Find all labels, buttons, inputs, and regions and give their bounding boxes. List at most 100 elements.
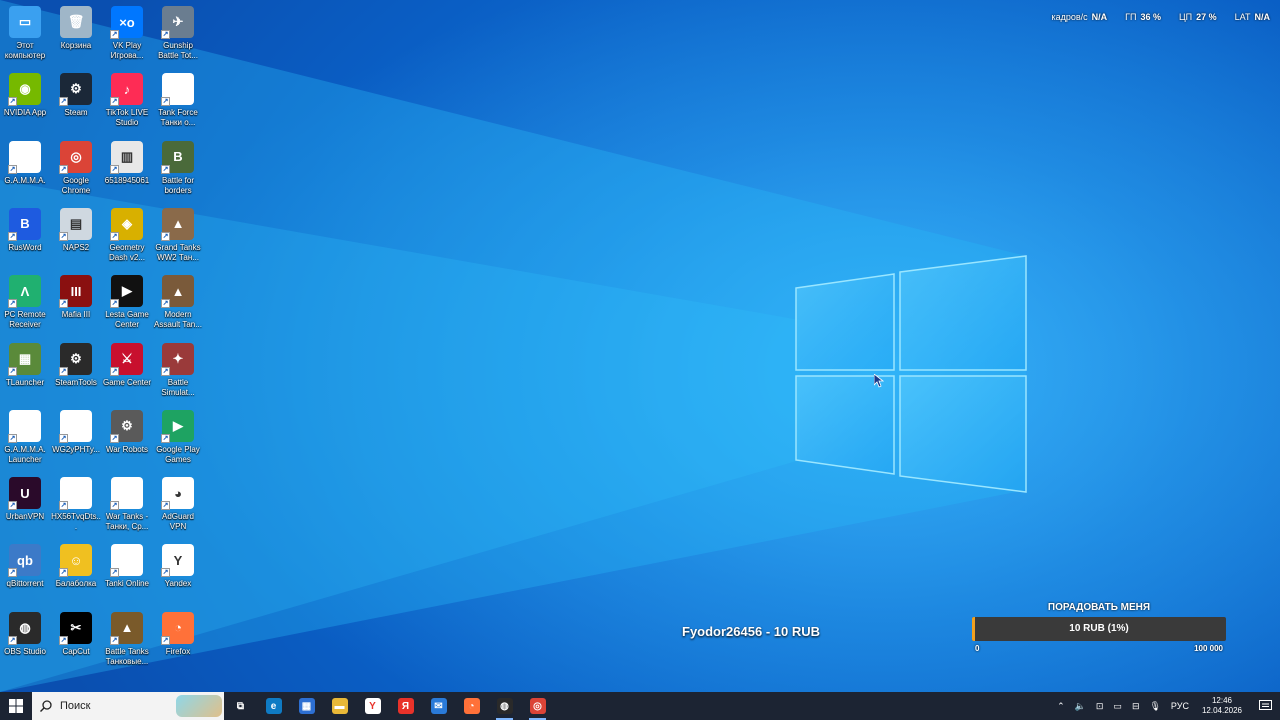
search-placeholder: Поиск <box>60 700 91 712</box>
desktop-icon-label: Lesta Game Center <box>105 310 149 330</box>
desktop-icon[interactable]: ✦ ↗ Battle Simulat... <box>153 339 203 405</box>
desktop-icon[interactable]: Λ ↗ PC Remote Receiver <box>0 271 50 337</box>
desktop-icon[interactable]: ×o ↗ VK Play Игрова... <box>102 2 152 68</box>
microphone-icon[interactable]: 🎙 <box>1144 701 1165 712</box>
taskbar-app-button[interactable]: e <box>257 692 290 720</box>
desktop-icon[interactable]: ☺ ↗ Балаболка <box>51 540 101 606</box>
desktop-icon[interactable]: ▤ ↗ NAPS2 <box>51 204 101 270</box>
desktop-icon[interactable]: ↗ G.A.M.M.A. Launcher <box>0 406 50 472</box>
desktop-icon[interactable]: ↗ HX56TvqDts... <box>51 473 101 539</box>
mail-icon: ✉ <box>430 698 447 714</box>
desktop-icon[interactable]: B ↗ Battle for borders <box>153 137 203 203</box>
desktop-icon-label: HX56TvqDts... <box>51 512 101 532</box>
battery-icon[interactable]: ⊟ <box>1127 701 1145 712</box>
desktop-icon[interactable]: ▭ Этот компьютер <box>0 2 50 68</box>
desktop-icon[interactable]: ◈ ↗ Geometry Dash v2... <box>102 204 152 270</box>
search-highlight-image <box>176 695 222 717</box>
shortcut-arrow-icon: ↗ <box>59 635 68 645</box>
taskbar-search-box[interactable]: Поиск <box>32 692 224 720</box>
shortcut-arrow-icon: ↗ <box>59 366 68 376</box>
clock-date: 12.04.2026 <box>1201 706 1242 715</box>
desktop-icon[interactable]: ⚔ ↗ Game Center <box>102 339 152 405</box>
desktop-icon[interactable]: ✂ ↗ CapCut <box>51 608 101 674</box>
desktop-icon[interactable]: ▲ ↗ Grand Tanks WW2 Тан... <box>153 204 203 270</box>
taskbar-app-button[interactable]: ▦ <box>290 692 323 720</box>
shortcut-arrow-icon: ↗ <box>8 366 17 376</box>
desktop-icon[interactable]: ↗ WG2yPHTy... <box>51 406 101 472</box>
desktop-icon[interactable]: U ↗ UrbanVPN <box>0 473 50 539</box>
desktop-icon[interactable]: ↗ Tanki Online <box>102 540 152 606</box>
taskbar: Поиск ⧉ e ▦ ▬ Y Я ✉ ◔ ◍ ◎ ⌃ 🔈 ⊡ ▭ ⊟ 🎙 РУС 12:46 1… <box>0 692 1280 720</box>
desktop-icon[interactable]: ▲ ↗ Modern Assault Tan... <box>153 271 203 337</box>
shortcut-arrow-icon: ↗ <box>8 501 17 511</box>
desktop-icon[interactable]: Y ↗ Yandex <box>153 540 203 606</box>
fps-readout: кадров/с N/A <box>1051 12 1108 22</box>
taskbar-app-button[interactable]: ◎ <box>521 692 554 720</box>
desktop-icon-label: Grand Tanks WW2 Тан... <box>155 242 201 262</box>
desktop-icon[interactable]: ◔ ↗ Firefox <box>153 608 203 674</box>
shortcut-arrow-icon: ↗ <box>110 299 119 309</box>
battle-borders-icon: B ↗ <box>161 140 194 174</box>
shortcut-arrow-icon: ↗ <box>59 231 68 241</box>
taskbar-app-button[interactable]: ⧉ <box>224 692 257 720</box>
desktop-icon[interactable]: ⚙ ↗ Steam <box>51 69 101 135</box>
desktop-icon[interactable]: B ↗ RusWord <box>0 204 50 270</box>
network-icon[interactable]: ⊡ <box>1091 701 1109 712</box>
shortcut-arrow-icon: ↗ <box>110 635 119 645</box>
notification-center-button[interactable] <box>1250 700 1280 712</box>
desktop-icon[interactable]: ↗ Tank Force Танки о... <box>153 69 203 135</box>
shortcut-arrow-icon: ↗ <box>110 30 119 39</box>
taskbar-app-button[interactable]: ▬ <box>323 692 356 720</box>
desktop-icon[interactable]: III ↗ Mafia III <box>51 271 101 337</box>
desktop-icon[interactable]: ⚙ ↗ SteamTools <box>51 339 101 405</box>
start-button[interactable] <box>0 692 32 720</box>
grand-tanks-icon: ▲ ↗ <box>161 207 194 241</box>
shortcut-arrow-icon: ↗ <box>161 97 170 107</box>
taskbar-app-button[interactable]: ✉ <box>422 692 455 720</box>
shortcut-arrow-icon: ↗ <box>161 231 170 241</box>
desktop-icon[interactable]: ♪ ↗ TikTok LIVE Studio <box>102 69 152 135</box>
desktop-icon[interactable]: ⚙ ↗ War Robots <box>102 406 152 472</box>
shortcut-arrow-icon: ↗ <box>59 97 68 107</box>
edge-icon: e <box>265 698 282 714</box>
desktop-icon[interactable]: ▲ ↗ Battle Tanks Танковые... <box>102 608 152 674</box>
taskbar-app-button[interactable]: Я <box>389 692 422 720</box>
shortcut-arrow-icon: ↗ <box>110 231 119 241</box>
clock[interactable]: 12:46 12.04.2026 <box>1194 696 1250 716</box>
desktop-icon[interactable]: ✈ ↗ Gunship Battle Tot... <box>153 2 203 68</box>
recycle-bin-icon: 🗑 <box>60 6 92 38</box>
desktop-icon[interactable]: ◍ ↗ OBS Studio <box>0 608 50 674</box>
language-indicator[interactable]: РУС <box>1166 701 1194 711</box>
urbanvpn-icon: U ↗ <box>8 477 41 511</box>
nvidia-icon: ◉ ↗ <box>8 73 41 107</box>
windows-start-icon <box>9 699 23 713</box>
desktop-icon-label: War Tanks - Танки, Сp... <box>105 512 149 532</box>
desktop-icon[interactable]: ◕ ↗ AdGuard VPN <box>153 473 203 539</box>
file-icon: ↗ <box>8 140 41 174</box>
desktop-icon[interactable]: 🗑 Корзина <box>51 2 101 68</box>
desktop-icon-label: Корзина <box>60 41 92 50</box>
goal-min-label: 0 <box>975 644 980 653</box>
desktop-icon[interactable]: ◎ ↗ Google Chrome <box>51 137 101 203</box>
desktop-icon-label: PC Remote Receiver <box>4 310 46 330</box>
desktop-icon[interactable]: ▥ ↗ 6518945061 <box>102 137 152 203</box>
monitor-icon[interactable]: ▭ <box>1108 701 1127 712</box>
desktop-icon[interactable]: ▶ ↗ Google Play Games <box>153 406 203 472</box>
desktop-icon[interactable]: qb ↗ qBittorrent <box>0 540 50 606</box>
chevron-up-icon[interactable]: ⌃ <box>1052 701 1070 712</box>
desktop-icon[interactable]: ▶ ↗ Lesta Game Center <box>102 271 152 337</box>
shortcut-arrow-icon: ↗ <box>110 568 119 578</box>
taskbar-app-button[interactable]: ◍ <box>488 692 521 720</box>
desktop-icon[interactable]: ▦ ↗ TLauncher <box>0 339 50 405</box>
desktop-icon[interactable]: ↗ War Tanks - Танки, Сp... <box>102 473 152 539</box>
taskbar-app-button[interactable]: Y <box>356 692 389 720</box>
desktop-icon-label: Battle for borders <box>161 175 194 195</box>
naps2-icon: ▤ ↗ <box>59 207 92 241</box>
desktop-icon-label: OBS Studio <box>4 646 46 656</box>
desktop-icon[interactable]: ◉ ↗ NVIDIA App <box>0 69 50 135</box>
capcut-icon: ✂ ↗ <box>59 611 92 645</box>
desktop-icon[interactable]: ↗ G.A.M.M.A. <box>0 137 50 203</box>
taskbar-app-button[interactable]: ◔ <box>455 692 488 720</box>
volume-icon[interactable]: 🔈 <box>1070 701 1091 712</box>
shortcut-arrow-icon: ↗ <box>161 635 170 645</box>
